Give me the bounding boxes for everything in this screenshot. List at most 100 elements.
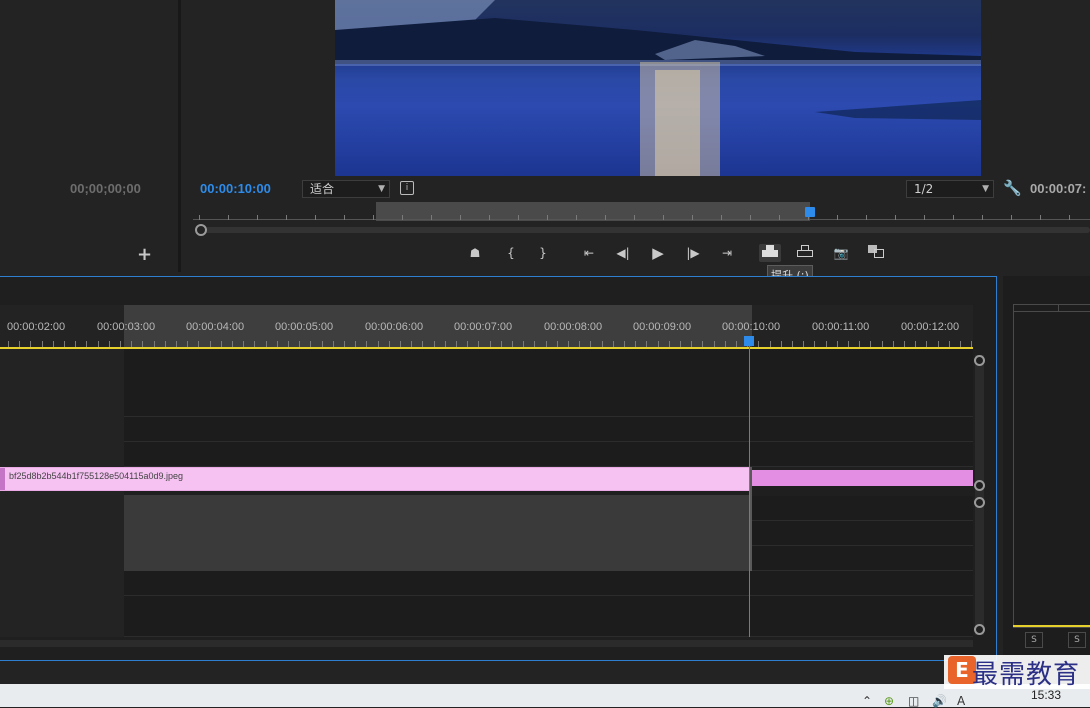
source-timecode[interactable]: 00;00;00;00 — [70, 181, 141, 196]
resolution-dropdown[interactable]: 1/2 ▼ — [906, 180, 994, 198]
camera-icon[interactable]: 📷 — [830, 244, 852, 262]
zoom-handle[interactable] — [195, 224, 207, 236]
fit-dropdown[interactable]: 适合 ▼ — [302, 180, 390, 198]
ruler-label: 00:00:06:00 — [365, 321, 424, 333]
volume-icon[interactable]: 🔊 — [932, 694, 947, 708]
ruler-tick — [199, 215, 200, 220]
ruler-tick — [489, 215, 490, 220]
add-button[interactable]: + — [137, 244, 152, 265]
chevron-up-icon[interactable]: ⌃ — [862, 694, 872, 708]
ruler-tick — [460, 215, 461, 220]
track-row[interactable] — [0, 571, 973, 596]
ruler-tick — [779, 215, 780, 220]
ruler-label: 00:00:03:00 — [97, 321, 156, 333]
ruler-tick — [895, 215, 896, 220]
plus-circle-icon[interactable]: ⊕ — [884, 694, 894, 708]
compare-view-button[interactable] — [865, 244, 887, 262]
track-row[interactable] — [0, 442, 973, 467]
solo-button[interactable]: S — [1068, 632, 1086, 648]
ruler-tick — [721, 215, 722, 220]
horizontal-scrollbar[interactable] — [0, 640, 973, 647]
track-header-shade — [0, 349, 124, 637]
source-monitor-panel — [0, 0, 178, 270]
program-ruler-baseline — [193, 219, 1090, 220]
ruler-tick — [953, 215, 954, 220]
ruler-tick — [228, 215, 229, 220]
ruler-tick — [286, 215, 287, 220]
vertical-scrollbar[interactable] — [975, 355, 984, 635]
go-to-out-button[interactable]: ⇥ — [716, 244, 738, 262]
add-marker-button[interactable]: ☗ — [464, 244, 486, 262]
ruler-tick — [866, 215, 867, 220]
ruler-label: 00:00:07:00 — [454, 321, 513, 333]
solo-button[interactable]: S — [1025, 632, 1043, 648]
play-button[interactable]: ▶ — [647, 244, 669, 262]
program-video-frame — [335, 0, 981, 176]
ruler-tick — [1011, 215, 1012, 220]
timeline-playhead[interactable] — [744, 336, 754, 346]
tray-clock[interactable]: 15:33 — [1031, 688, 1061, 702]
go-to-in-button[interactable]: ⇤ — [578, 244, 600, 262]
ruler-tick — [924, 215, 925, 220]
selected-gap-area[interactable] — [124, 495, 752, 571]
scroll-handle[interactable] — [974, 355, 985, 366]
lift-button[interactable] — [759, 244, 781, 262]
audio-meter — [1013, 304, 1090, 628]
ruler-tick — [692, 215, 693, 220]
compare-icon — [868, 245, 884, 258]
ruler-tick — [634, 215, 635, 220]
ruler-tick — [373, 215, 374, 220]
ruler-label: 00:00:11:00 — [812, 321, 870, 333]
meter-baseline — [1013, 625, 1090, 627]
scroll-handle[interactable] — [974, 624, 985, 635]
ruler-tick — [431, 215, 432, 220]
mark-out-button[interactable]: } — [532, 244, 554, 262]
track-row[interactable] — [0, 417, 973, 442]
clip-name: bf25d8b2b544b1f755128e504115a0d9.jpeg — [9, 471, 184, 481]
ruler-tick — [1040, 215, 1041, 220]
ruler-label: 00:00:02:00 — [7, 321, 66, 333]
settings-icon[interactable]: i — [400, 181, 414, 195]
ruler-label: 00:00:12:00 — [901, 321, 960, 333]
lake-image — [335, 0, 981, 176]
duration-timecode: 00:00:07: — [1030, 181, 1087, 196]
ruler-tick — [750, 215, 751, 220]
video-clip-selected[interactable] — [752, 470, 973, 486]
track-row[interactable] — [0, 596, 973, 637]
track-row[interactable] — [0, 349, 973, 417]
clip-edit-point — [750, 467, 752, 571]
ruler-label: 00:00:10:00 — [722, 321, 781, 333]
ruler-tick — [402, 215, 403, 220]
ruler-label: 00:00:08:00 — [544, 321, 603, 333]
ruler-tick — [576, 215, 577, 220]
ruler-tick — [837, 215, 838, 220]
scroll-handle[interactable] — [974, 480, 985, 491]
ruler-label: 00:00:04:00 — [186, 321, 245, 333]
timeline-playhead-line — [749, 342, 750, 637]
ruler-label: 00:00:09:00 — [633, 321, 692, 333]
program-timecode[interactable]: 00:00:10:00 — [200, 181, 271, 196]
ruler-tick — [344, 215, 345, 220]
taskbar — [0, 684, 1090, 707]
ruler-tick — [1069, 215, 1070, 220]
ime-icon[interactable]: A — [957, 694, 965, 708]
step-forward-button[interactable]: |▶ — [682, 244, 704, 262]
resolution-dropdown-value: 1/2 — [914, 182, 934, 196]
lift-icon — [762, 245, 778, 257]
zoom-scrollbar[interactable] — [197, 227, 1090, 233]
ruler-tick — [663, 215, 664, 220]
step-back-button[interactable]: ◀| — [612, 244, 634, 262]
ruler-label: 00:00:05:00 — [275, 321, 334, 333]
mark-in-button[interactable]: { — [500, 244, 522, 262]
chevron-down-icon: ▼ — [982, 184, 989, 194]
ruler-tick — [315, 215, 316, 220]
scroll-handle[interactable] — [974, 497, 985, 508]
ruler-tick — [518, 215, 519, 220]
ruler-tick — [605, 215, 606, 220]
ruler-tick — [257, 215, 258, 220]
program-playhead[interactable] — [805, 207, 815, 217]
network-icon[interactable]: ◫ — [908, 694, 919, 708]
extract-button[interactable] — [794, 244, 816, 262]
ruler-tick — [982, 215, 983, 220]
wrench-icon[interactable]: 🔧 — [1003, 179, 1022, 197]
